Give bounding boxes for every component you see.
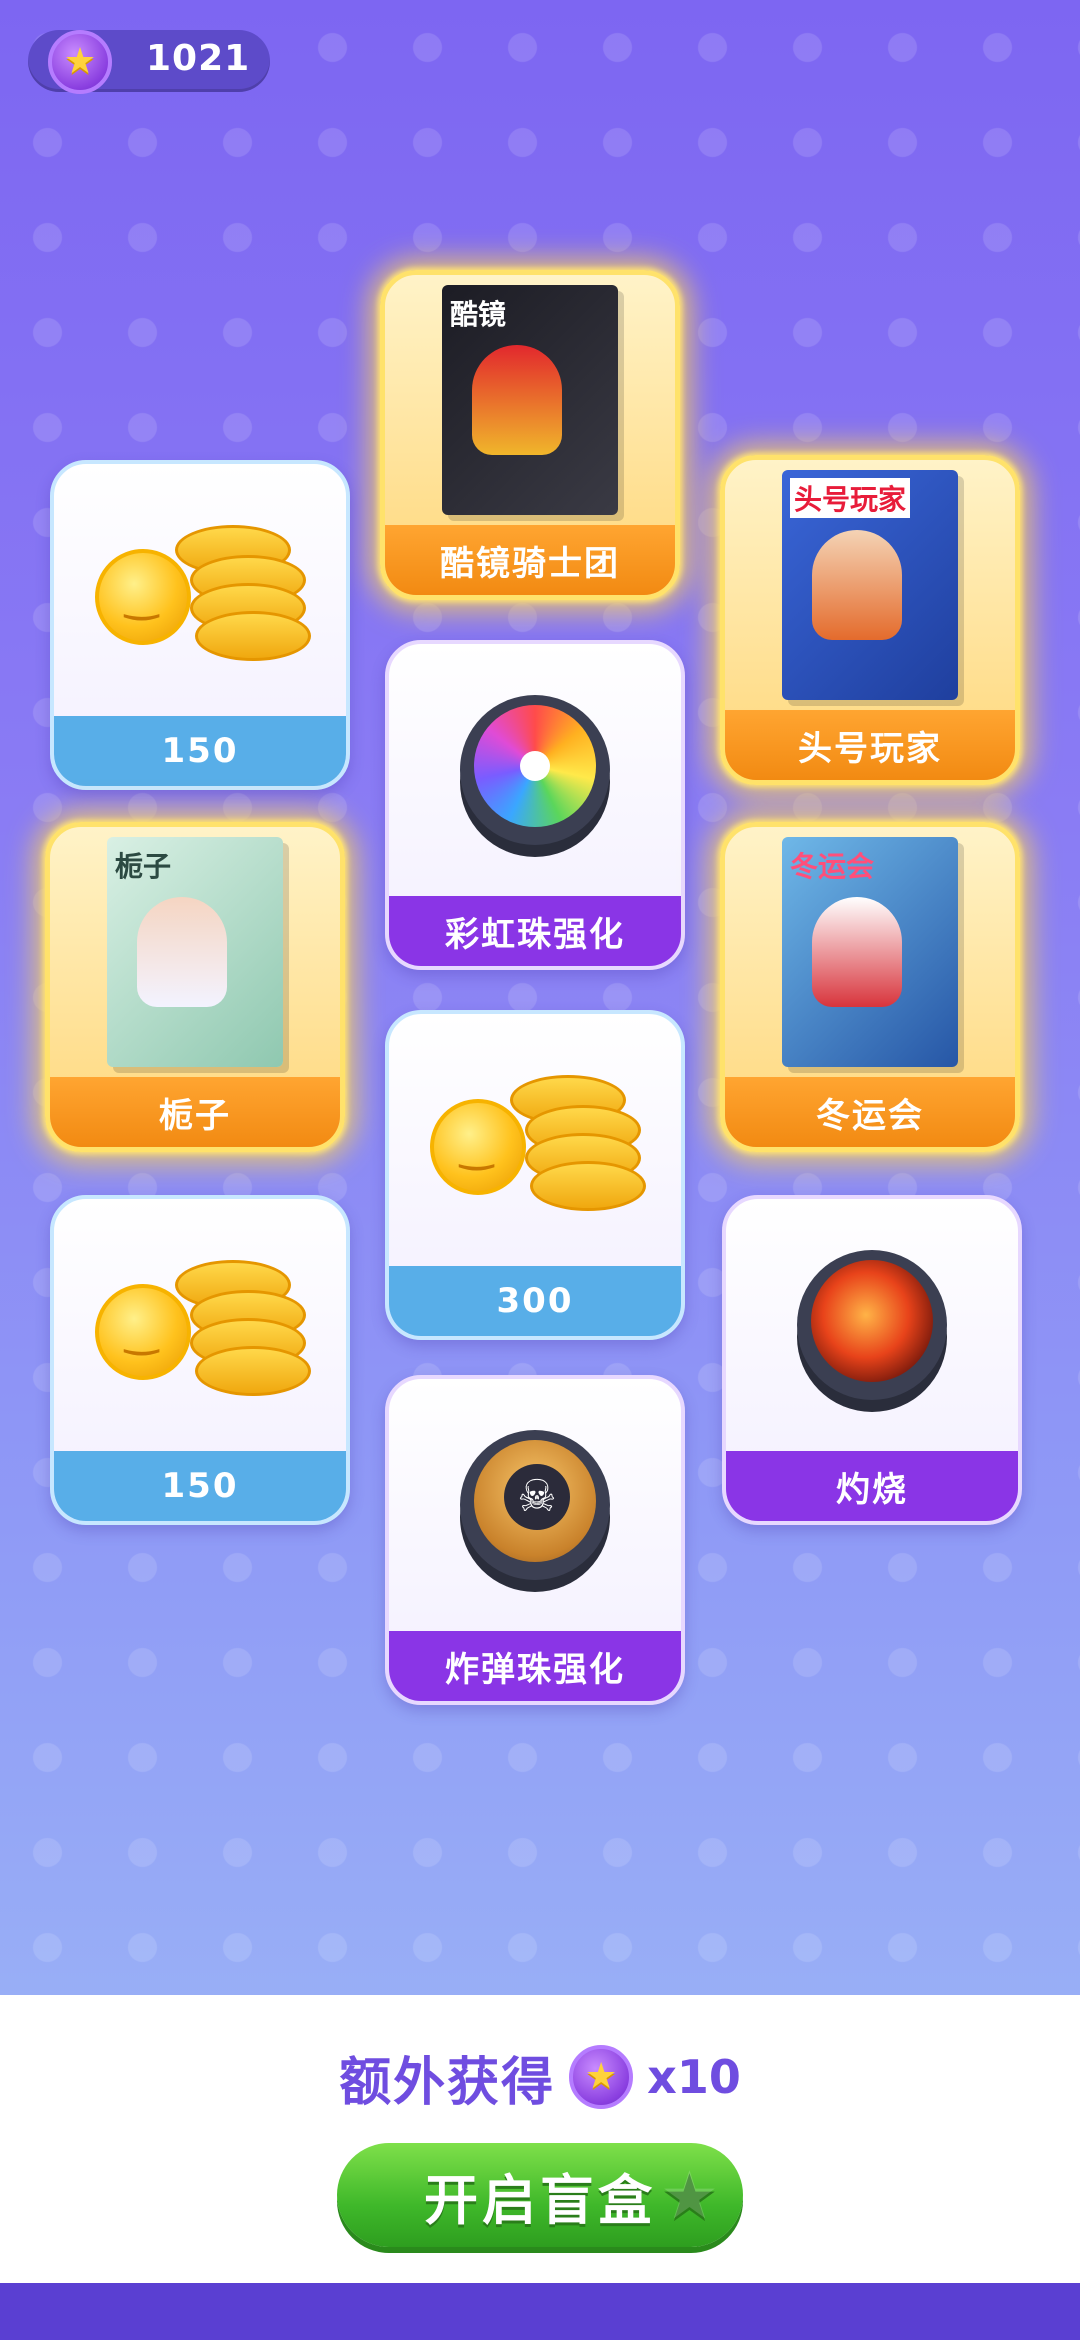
prize-card-coins-300[interactable]: 300 bbox=[385, 1010, 685, 1340]
prize-label: 炸弹珠强化 bbox=[389, 1631, 681, 1701]
coin-pile-icon bbox=[95, 1250, 311, 1400]
prize-card-gardenia[interactable]: 栀子 栀子 bbox=[45, 822, 345, 1152]
coin-pile-icon bbox=[95, 515, 311, 665]
rainbow-puck-icon bbox=[460, 695, 610, 845]
prize-label: 头号玩家 bbox=[725, 710, 1015, 780]
star-decoration-icon: ★ bbox=[659, 2157, 723, 2234]
bonus-text: 额外获得 bbox=[339, 2052, 556, 2113]
prize-label: 灼烧 bbox=[726, 1451, 1018, 1521]
star-coin-icon: ★ bbox=[569, 2045, 634, 2109]
coin-balance: ★ 1021 bbox=[28, 30, 270, 94]
lava-puck-icon bbox=[797, 1250, 947, 1400]
star-coin-icon: ★ bbox=[48, 30, 112, 94]
prize-label: 冬运会 bbox=[725, 1077, 1015, 1147]
blind-box-image: 酷镜 bbox=[442, 285, 618, 515]
bottom-bar bbox=[0, 2283, 1080, 2340]
coin-amount: 1021 bbox=[146, 38, 251, 79]
prize-label: 彩虹珠强化 bbox=[389, 896, 681, 966]
prize-label: 栀子 bbox=[50, 1077, 340, 1147]
blind-box-image: 冬运会 bbox=[782, 837, 958, 1067]
prize-card-top-player[interactable]: 头号玩家 头号玩家 bbox=[720, 455, 1020, 785]
prize-label: 150 bbox=[54, 1451, 346, 1521]
bonus-multiplier: x10 bbox=[647, 2050, 741, 2104]
prize-label: 酷镜骑士团 bbox=[385, 525, 675, 595]
coin-pile-icon bbox=[430, 1065, 646, 1215]
prize-label: 300 bbox=[389, 1266, 681, 1336]
open-button-label: 开启盲盒 bbox=[424, 2168, 656, 2232]
prize-card-winter-games[interactable]: 冬运会 冬运会 bbox=[720, 822, 1020, 1152]
prize-label: 150 bbox=[54, 716, 346, 786]
open-blind-box-button[interactable]: 开启盲盒 ★ bbox=[337, 2143, 743, 2247]
prize-card-coins-150-b[interactable]: 150 bbox=[50, 1195, 350, 1525]
prize-card-rainbow-bead[interactable]: 彩虹珠强化 bbox=[385, 640, 685, 970]
prize-card-burn[interactable]: 灼烧 bbox=[722, 1195, 1022, 1525]
prize-card-bomb-bead[interactable]: 炸弹珠强化 bbox=[385, 1375, 685, 1705]
bomb-puck-icon bbox=[460, 1430, 610, 1580]
bonus-row: 额外获得 ★ x10 bbox=[0, 2042, 1080, 2113]
blind-box-image: 栀子 bbox=[107, 837, 283, 1067]
blind-box-image: 头号玩家 bbox=[782, 470, 958, 700]
prize-card-cool-knight[interactable]: 酷镜 酷镜骑士团 bbox=[380, 270, 680, 600]
prize-card-coins-150[interactable]: 150 bbox=[50, 460, 350, 790]
